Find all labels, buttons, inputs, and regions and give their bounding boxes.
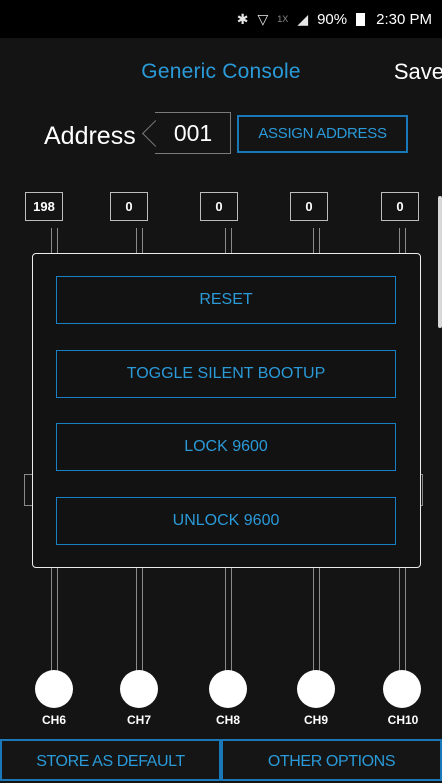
slider-knob-ch6[interactable] bbox=[35, 670, 73, 708]
channel-label-ch6: CH6 bbox=[41, 713, 66, 727]
address-field-frame: 001 bbox=[142, 112, 231, 154]
channel-value-ch7[interactable]: 0 bbox=[110, 192, 148, 221]
channel-value-ch9[interactable]: 0 bbox=[290, 192, 328, 221]
battery-icon bbox=[356, 12, 366, 26]
channel-value-ch6[interactable]: 198 bbox=[25, 192, 63, 221]
address-label: Address bbox=[44, 122, 136, 150]
battery-percent: 90% bbox=[317, 10, 348, 28]
app-header: Generic Console Save bbox=[0, 38, 442, 108]
channel-label-ch8: CH8 bbox=[215, 713, 240, 727]
channel-label-ch10: CH10 bbox=[387, 713, 419, 727]
slider-knob-ch10[interactable] bbox=[383, 670, 421, 708]
page-title: Generic Console bbox=[141, 60, 301, 83]
bluetooth-icon: ✱ bbox=[236, 10, 249, 27]
options-dialog: RESET TOGGLE SILENT BOOTUP LOCK 9600 UNL… bbox=[32, 253, 421, 568]
save-button[interactable]: Save bbox=[394, 59, 442, 85]
network-type: 1X bbox=[277, 14, 289, 24]
toggle-silent-bootup-button[interactable]: TOGGLE SILENT BOOTUP bbox=[56, 350, 396, 398]
channel-value-ch10[interactable]: 0 bbox=[381, 192, 419, 221]
reset-button[interactable]: RESET bbox=[56, 276, 396, 324]
other-options-button[interactable]: OTHER OPTIONS bbox=[221, 739, 442, 781]
address-row: Address 001 ASSIGN ADDRESS bbox=[0, 112, 442, 158]
slider-knob-ch8[interactable] bbox=[209, 670, 247, 708]
channel-label-ch9: CH9 bbox=[303, 713, 328, 727]
unlock-9600-button[interactable]: UNLOCK 9600 bbox=[56, 497, 396, 545]
channel-label-ch7: CH7 bbox=[126, 713, 151, 727]
scrollbar[interactable] bbox=[438, 196, 442, 328]
signal-icon: ◢ bbox=[297, 10, 309, 27]
slider-knob-ch7[interactable] bbox=[120, 670, 158, 708]
lock-9600-button[interactable]: LOCK 9600 bbox=[56, 423, 396, 471]
assign-address-button[interactable]: ASSIGN ADDRESS bbox=[237, 115, 408, 153]
store-as-default-button[interactable]: STORE AS DEFAULT bbox=[0, 739, 221, 781]
address-input[interactable]: 001 bbox=[155, 113, 231, 153]
channel-value-ch8[interactable]: 0 bbox=[200, 192, 238, 221]
clock: 2:30 PM bbox=[376, 10, 432, 28]
slider-knob-ch9[interactable] bbox=[297, 670, 335, 708]
status-bar: ✱ ▽ 1X ◢ 90% 2:30 PM bbox=[0, 0, 442, 38]
wifi-icon: ▽ bbox=[257, 10, 269, 27]
bottom-bar: STORE AS DEFAULT OTHER OPTIONS bbox=[0, 739, 442, 781]
